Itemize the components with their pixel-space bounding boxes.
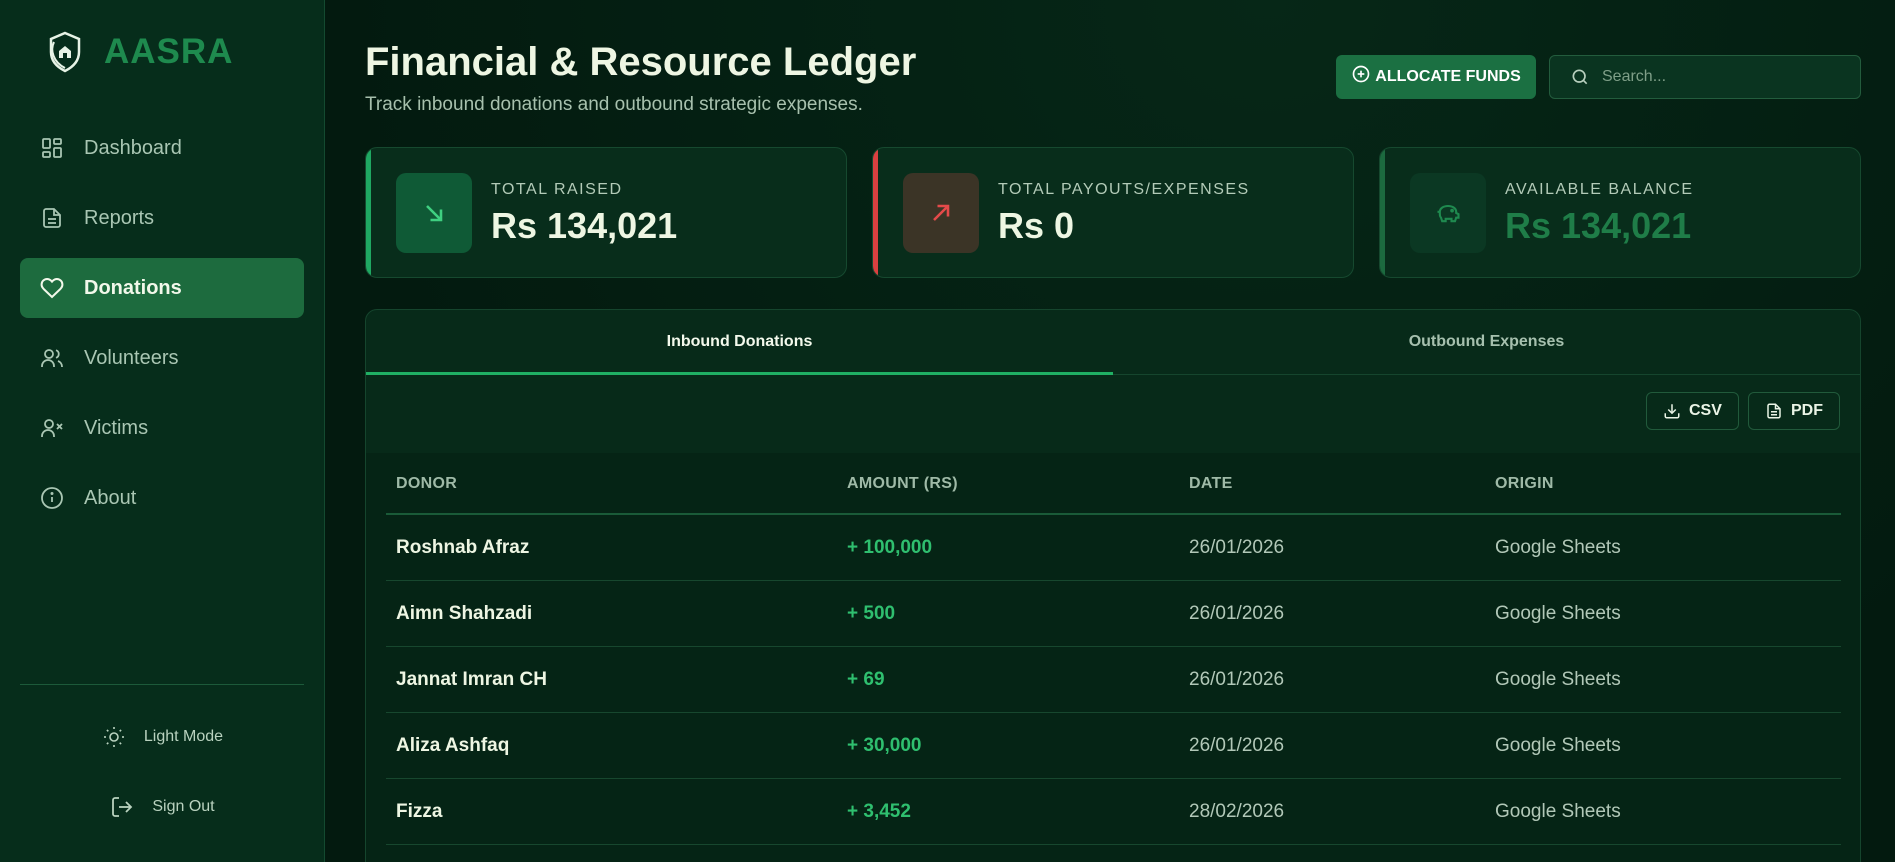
sidebar-item-donations[interactable]: Donations <box>20 258 304 318</box>
date-cell: 26/01/2026 <box>1189 603 1285 624</box>
card-accent-bar <box>1380 148 1385 277</box>
export-pdf-button[interactable]: PDF <box>1748 392 1840 430</box>
amount-cell: + 3,452 <box>847 801 911 822</box>
amount-cell: + 500 <box>847 603 896 624</box>
sidebar-item-reports[interactable]: Reports <box>20 188 304 248</box>
sidebar-item-about[interactable]: About <box>20 468 304 528</box>
origin-cell: Google Sheets <box>1495 669 1621 690</box>
stat-card-total-payouts: TOTAL PAYOUTS/EXPENSES Rs 0 <box>872 147 1354 278</box>
card-icon-box <box>903 173 979 253</box>
brand[interactable]: AASRA <box>46 30 233 74</box>
page-subtitle: Track inbound donations and outbound str… <box>365 94 863 115</box>
sidebar: AASRA Dashboard Reports Donations Volunt… <box>0 0 325 862</box>
csv-label: CSV <box>1689 402 1722 419</box>
sidebar-divider <box>20 684 304 685</box>
brand-name: AASRA <box>104 32 234 71</box>
sign-out-label: Sign Out <box>152 798 215 815</box>
arrow-up-right-icon <box>933 204 950 221</box>
ledger-panel: Inbound Donations Outbound Expenses CSV … <box>365 309 1861 862</box>
card-icon-box <box>1410 173 1486 253</box>
shield-home-logo-icon <box>49 31 81 73</box>
page-title: Financial & Resource Ledger <box>365 40 917 84</box>
donor-cell: Roshnab Afraz <box>396 537 530 558</box>
origin-cell: Google Sheets <box>1495 801 1621 822</box>
file-text-icon <box>43 208 61 228</box>
card-icon-box <box>396 173 472 253</box>
donor-cell: Aliza Ashfaq <box>396 735 510 756</box>
date-cell: 28/02/2026 <box>1189 801 1285 822</box>
stat-label: TOTAL RAISED <box>491 181 623 198</box>
search-box[interactable] <box>1549 55 1861 99</box>
light-mode-toggle[interactable]: Light Mode <box>0 722 325 752</box>
date-cell: 26/01/2026 <box>1189 735 1285 756</box>
download-icon <box>1664 404 1680 419</box>
sidebar-item-dashboard[interactable]: Dashboard <box>20 118 304 178</box>
donor-cell: Aimn Shahzadi <box>396 603 533 624</box>
user-x-icon <box>41 419 63 437</box>
main-content: Financial & Resource Ledger Track inboun… <box>325 0 1895 862</box>
date-cell: 26/01/2026 <box>1189 669 1285 690</box>
heart-icon <box>40 278 64 299</box>
tab-inbound-donations[interactable]: Inbound Donations <box>366 310 1113 375</box>
sidebar-item-label: About <box>84 486 137 509</box>
ledger-tabs: Inbound Donations Outbound Expenses <box>366 310 1860 375</box>
table-row[interactable]: Jannat Imran CH + 69 26/01/2026 Google S… <box>386 647 1841 713</box>
allocate-funds-button[interactable]: ALLOCATE FUNDS <box>1336 55 1536 99</box>
export-toolbar: CSV PDF <box>366 375 1860 453</box>
stat-value: Rs 134,021 <box>1505 205 1692 246</box>
stat-value: Rs 0 <box>998 205 1075 246</box>
sun-icon <box>103 727 124 747</box>
search-icon <box>1572 69 1588 85</box>
sidebar-item-label: Reports <box>84 206 155 229</box>
sidebar-item-label: Donations <box>84 276 182 299</box>
stat-card-available-balance: AVAILABLE BALANCE Rs 134,021 <box>1379 147 1861 278</box>
stat-value: Rs 134,021 <box>491 205 678 246</box>
donor-cell: Jannat Imran CH <box>396 669 547 690</box>
sidebar-item-volunteers[interactable]: Volunteers <box>20 328 304 388</box>
log-out-icon <box>112 797 133 817</box>
donations-table: DONOR AMOUNT (RS) DATE ORIGIN Roshnab Af… <box>366 453 1860 862</box>
search-input[interactable] <box>1602 68 1842 86</box>
allocate-funds-label: ALLOCATE FUNDS <box>1375 68 1521 85</box>
pdf-label: PDF <box>1791 402 1823 419</box>
export-csv-button[interactable]: CSV <box>1646 392 1739 430</box>
date-cell: 26/01/2026 <box>1189 537 1285 558</box>
origin-cell: Google Sheets <box>1495 603 1621 624</box>
column-header-donor[interactable]: DONOR <box>396 475 457 493</box>
amount-cell: + 69 <box>847 669 885 690</box>
stat-card-total-raised: TOTAL RAISED Rs 134,021 <box>365 147 847 278</box>
sidebar-item-label: Victims <box>84 416 149 439</box>
amount-cell: + 100,000 <box>847 537 933 558</box>
column-header-date[interactable]: DATE <box>1189 475 1233 493</box>
table-row[interactable]: Aimn Shahzadi + 500 26/01/2026 Google Sh… <box>386 581 1841 647</box>
sign-out-button[interactable]: Sign Out <box>0 792 325 822</box>
plus-circle-icon <box>1352 65 1370 83</box>
column-header-amount[interactable]: AMOUNT (RS) <box>847 475 958 493</box>
sidebar-item-label: Volunteers <box>84 346 179 369</box>
sidebar-item-victims[interactable]: Victims <box>20 398 304 458</box>
piggy-bank-icon <box>1437 204 1460 223</box>
info-icon <box>41 487 63 509</box>
amount-cell: + 30,000 <box>847 735 922 756</box>
donor-cell: Fizza <box>396 801 443 822</box>
table-header: DONOR AMOUNT (RS) DATE ORIGIN <box>386 453 1841 515</box>
dashboard-icon <box>42 138 62 158</box>
origin-cell: Google Sheets <box>1495 537 1621 558</box>
table-row[interactable]: Roshnab Afraz + 100,000 26/01/2026 Googl… <box>386 515 1841 581</box>
file-text-icon <box>1767 403 1781 419</box>
arrow-down-right-icon <box>426 205 443 222</box>
table-row[interactable]: Aliza Ashfaq + 30,000 26/01/2026 Google … <box>386 713 1841 779</box>
origin-cell: Google Sheets <box>1495 735 1621 756</box>
card-accent-bar <box>873 148 878 277</box>
table-row[interactable]: Fizza + 3,452 28/02/2026 Google Sheets <box>386 779 1841 845</box>
stat-label: AVAILABLE BALANCE <box>1505 181 1694 198</box>
tab-outbound-expenses[interactable]: Outbound Expenses <box>1113 310 1860 374</box>
column-header-origin[interactable]: ORIGIN <box>1495 475 1554 493</box>
stat-label: TOTAL PAYOUTS/EXPENSES <box>998 181 1250 198</box>
sidebar-nav: Dashboard Reports Donations Volunteers V… <box>20 118 304 538</box>
light-mode-label: Light Mode <box>143 728 224 745</box>
card-accent-bar <box>366 148 371 277</box>
sidebar-item-label: Dashboard <box>84 136 182 159</box>
users-icon <box>41 349 63 367</box>
